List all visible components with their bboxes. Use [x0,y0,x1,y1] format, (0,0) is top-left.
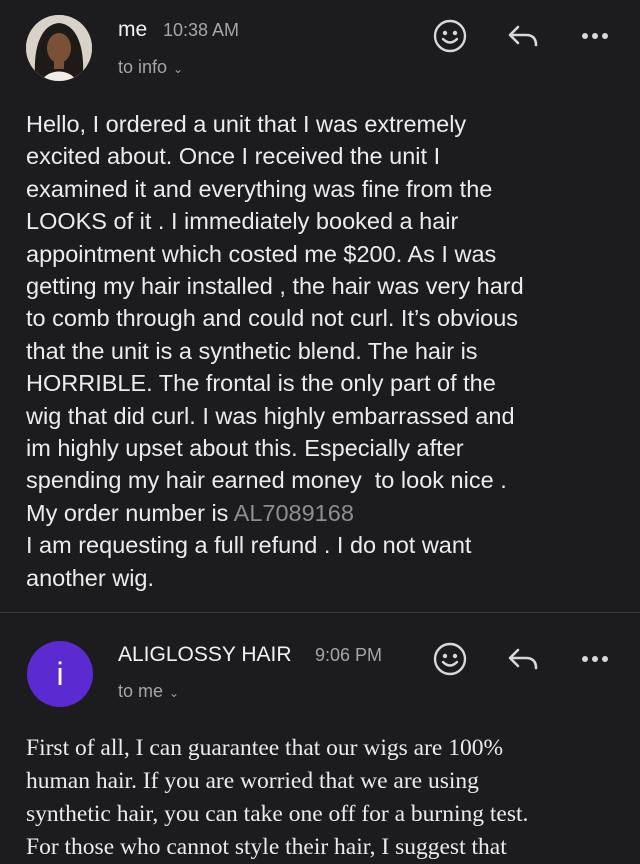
body-line: HORRIBLE. The frontal is the only part o… [26,370,496,397]
body-line: that the unit is a synthetic blend. The … [26,337,478,364]
reply-button[interactable] [505,18,541,54]
react-emoji-button[interactable] [432,18,468,54]
order-number-line: My order number is AL7089168 [26,497,626,529]
body-line: examined it and everything was fine from… [26,175,493,202]
message-time: 10:38 AM [163,20,240,40]
recipient-details-toggle[interactable]: to info ⌄ [118,57,183,78]
message-time: 9:06 PM [315,645,383,665]
body-line: LOOKS of it . I immediately booked a hai… [26,208,459,235]
more-options-button[interactable] [577,641,613,677]
body-line: synthetic hair, you can take one off for… [26,801,529,827]
body-line: to comb through and could not curl. It’s… [26,305,519,332]
body-line: another wig. [26,564,155,591]
sender-avatar[interactable] [26,15,92,81]
body-line: excited about. Once I received the unit … [26,143,441,170]
reply-arrow-icon [508,25,538,47]
body-line: human hair. If you are worried that we a… [26,768,479,794]
avatar-photo-icon [26,15,92,81]
body-line: Hello, I ordered a unit that I was extre… [26,111,467,137]
reply-button[interactable] [505,641,541,677]
body-line: wig that did curl. I was highly embarras… [26,402,515,429]
smiley-icon [433,642,467,676]
body-line: appointment which costed me $200. As I w… [26,240,497,267]
sender-avatar[interactable]: i [27,641,93,707]
more-dots-icon [582,33,608,39]
order-number-link[interactable]: AL7089168 [234,500,354,526]
body-line: First of all, I can guarantee that our w… [26,735,504,761]
body-line: For those who cannot style their hair, I… [26,834,507,860]
recipient-label: to me [118,681,164,701]
message-body: Hello, I ordered a unit that I was extre… [26,108,626,594]
recipient-label: to info [118,57,168,77]
more-options-button[interactable] [577,18,613,54]
body-line: I am requesting a full refund . I do not… [26,532,472,559]
message-divider [0,612,640,613]
smiley-icon [433,19,467,53]
message-body: First of all, I can guarantee that our w… [26,732,626,864]
sender-name: ALIGLOSSY HAIR [118,643,292,666]
avatar-initial: i [56,655,64,692]
order-number-label: My order number is [26,499,234,526]
chevron-down-icon: ⌄ [169,685,180,700]
sender-name: me [118,18,148,41]
body-line: im highly upset about this. Especially a… [26,435,464,462]
email-message-1: me 10:38 AM to info ⌄ Hello, I ordered a… [0,0,640,612]
reply-arrow-icon [508,648,538,670]
body-line: getting my hair installed , the hair was… [26,273,524,300]
more-dots-icon [582,656,608,662]
body-line: spending my hair earned money to look ni… [26,467,507,494]
chevron-down-icon: ⌄ [173,61,184,76]
react-emoji-button[interactable] [432,641,468,677]
recipient-details-toggle[interactable]: to me ⌄ [118,681,179,702]
